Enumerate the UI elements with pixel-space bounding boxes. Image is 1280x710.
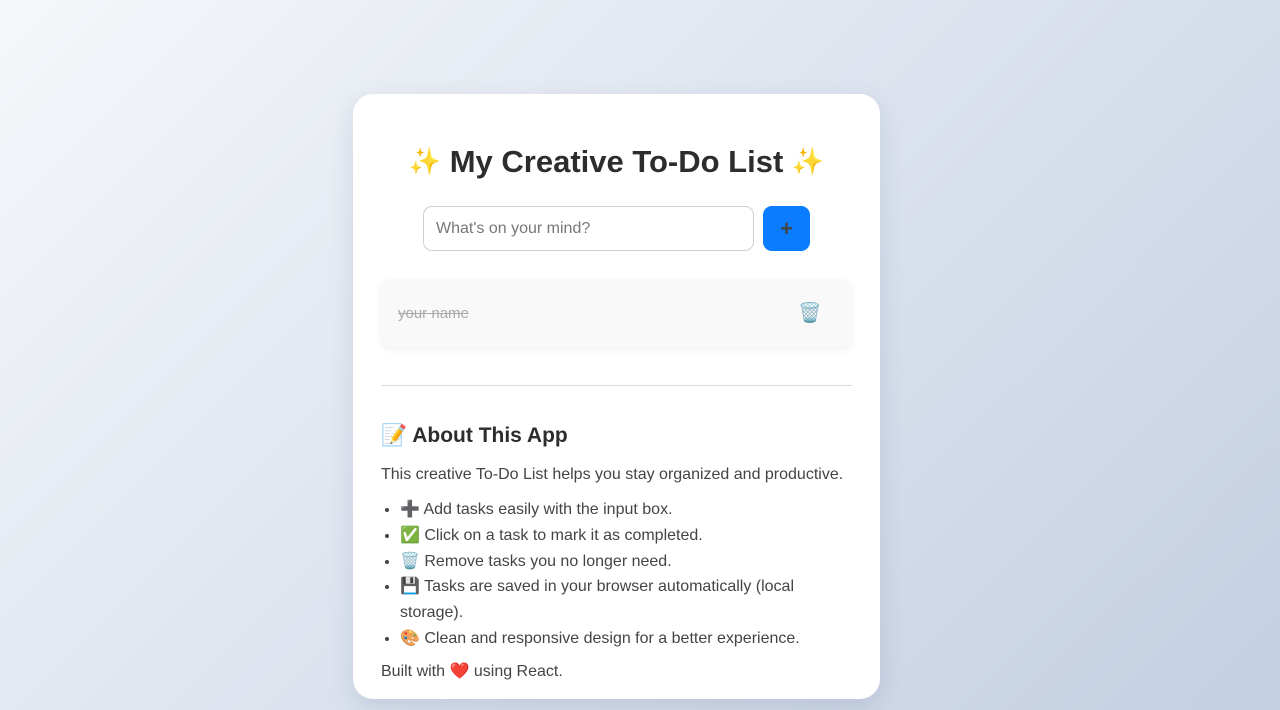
divider	[381, 385, 852, 386]
task-text[interactable]: your name	[398, 305, 469, 322]
page-title: ✨ My Creative To-Do List ✨	[353, 142, 880, 182]
trash-icon: 🗑️	[400, 552, 420, 570]
todo-card: ✨ My Creative To-Do List ✨ + your name 🗑…	[353, 94, 880, 699]
feature-item: 🎨 Clean and responsive design for a bett…	[400, 626, 852, 652]
delete-task-button[interactable]: 🗑️	[798, 304, 822, 323]
sparkles-icon: ✨	[408, 145, 442, 176]
add-task-button[interactable]: +	[763, 206, 810, 251]
feature-text: Clean and responsive design for a better…	[424, 629, 800, 647]
memo-icon: 📝	[381, 424, 408, 447]
built-prefix: Built with	[381, 662, 446, 680]
about-heading: 📝 About This App	[381, 422, 852, 450]
heart-icon: ❤️	[449, 662, 470, 680]
add-task-row: +	[423, 206, 810, 251]
sparkles-icon: ✨	[791, 145, 825, 176]
check-icon: ✅	[400, 526, 420, 544]
plus-icon: ➕	[400, 501, 420, 518]
about-description: This creative To-Do List helps you stay …	[381, 466, 844, 483]
feature-text: Tasks are saved in your browser automati…	[400, 578, 795, 622]
feature-text: Click on a task to mark it as completed.	[424, 526, 703, 544]
palette-icon: 🎨	[400, 629, 420, 647]
feature-item: 💾 Tasks are saved in your browser automa…	[400, 574, 852, 626]
built-with-text: Built with ❤️ using React.	[381, 661, 852, 683]
plus-icon: +	[780, 215, 793, 241]
floppy-disk-icon: 💾	[400, 578, 420, 596]
task-input[interactable]	[423, 206, 754, 251]
trash-icon: 🗑️	[798, 302, 822, 324]
task-item[interactable]: your name 🗑️	[381, 279, 852, 347]
feature-item: 🗑️ Remove tasks you no longer need.	[400, 549, 852, 575]
task-list: your name 🗑️	[381, 279, 852, 347]
feature-list: ➕ Add tasks easily with the input box. ✅…	[381, 497, 852, 652]
feature-text: Remove tasks you no longer need.	[424, 552, 672, 570]
about-heading-text: About This App	[412, 424, 568, 447]
feature-item: ✅ Click on a task to mark it as complete…	[400, 523, 852, 549]
page-title-text: My Creative To-Do List	[449, 144, 784, 179]
feature-item: ➕ Add tasks easily with the input box.	[400, 497, 852, 523]
feature-text: Add tasks easily with the input box.	[423, 501, 673, 518]
about-section: 📝 About This App This creative To-Do Lis…	[381, 422, 852, 683]
built-suffix: using React.	[473, 662, 563, 680]
